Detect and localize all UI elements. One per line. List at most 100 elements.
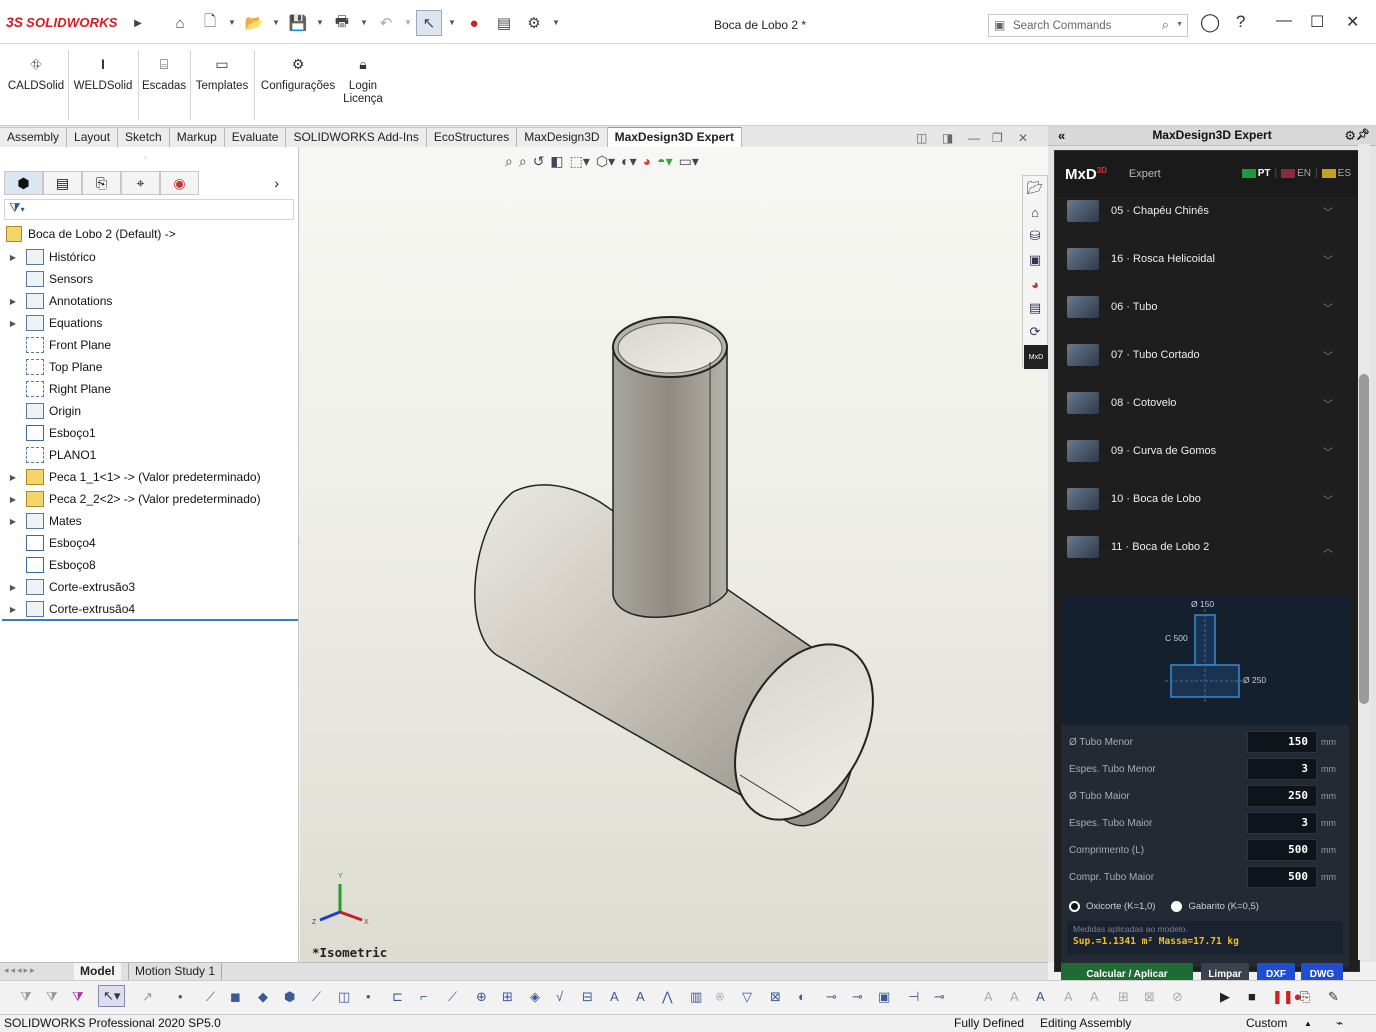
filter-center-marks-icon[interactable]: ⊕	[476, 989, 487, 1005]
tree-root-assembly[interactable]: Boca de Lobo 2 (Default) ->	[6, 226, 176, 242]
filter-section-icon[interactable]: ⊣	[908, 989, 919, 1005]
graphics-area[interactable]: ⌕ ⌕ ↺ ◧ ⬚▾ ⬡▾ ◐▾ ◕ ◓▾ ▭▾ Y X Z ◫ ◨ — ❐ ✕…	[300, 131, 1048, 962]
tree-item[interactable]: ▶ Peca 2_2<2> -> (Valor predeterminado)	[6, 488, 261, 510]
tab-layout[interactable]: Layout	[67, 127, 119, 147]
save-dropdown-icon[interactable]: ▼	[316, 18, 324, 27]
macro-new-icon[interactable]: ⎘	[1300, 989, 1310, 1005]
filter-blocks-icon[interactable]: ▽	[742, 989, 752, 1005]
appearances-icon[interactable]: ◕	[1023, 272, 1047, 296]
scrollbar-thumb[interactable]	[1359, 374, 1369, 704]
expand-arrow-icon[interactable]: ▶	[6, 517, 20, 526]
custom-properties-icon[interactable]: ▤	[1023, 296, 1047, 320]
solidworks-resources-icon[interactable]: ⌂	[1023, 200, 1047, 224]
filter-connection-point-icon[interactable]: ⊸	[826, 989, 837, 1005]
expand-arrow-icon[interactable]: ▶	[6, 297, 20, 306]
select-arrow-icon[interactable]: ↖▾	[98, 985, 126, 1007]
templates-button[interactable]: ▭ Templates	[194, 57, 250, 93]
rebuild-status-icon[interactable]: ⌁	[1336, 1016, 1343, 1030]
filter-surface-finish-icon[interactable]: √	[556, 989, 563, 1004]
escadas-button[interactable]: ⌸ Escadas	[142, 57, 186, 93]
filter-notes-icon[interactable]: A	[610, 989, 619, 1004]
help-icon[interactable]: ?	[1236, 12, 1245, 32]
filter-vertices-icon[interactable]: •	[178, 989, 183, 1004]
options-dropdown-icon[interactable]: ▼	[552, 18, 560, 27]
filter-planes-icon[interactable]: ◫	[338, 989, 350, 1005]
field-input[interactable]: 150	[1247, 731, 1317, 753]
filter-all-icon[interactable]: ⧩	[72, 989, 84, 1005]
filter-sketch-segments-icon[interactable]: ⌐	[420, 989, 428, 1004]
tabs-more-icon[interactable]: ›	[199, 171, 279, 195]
chevron-down-icon[interactable]: ﹀	[1323, 396, 1333, 411]
chevron-down-icon[interactable]: ﹀	[1323, 300, 1333, 315]
undo-dropdown-icon[interactable]: ▼	[404, 18, 412, 27]
units-dropdown-icon[interactable]: ▲	[1304, 1019, 1312, 1028]
panel-grip-icon[interactable]: ◦	[144, 153, 147, 162]
search-commands-input[interactable]: ▣ Search Commands ⌕ ▼	[988, 14, 1188, 37]
chevron-down-icon[interactable]: ﹀	[1323, 252, 1333, 267]
filter-solid-icon[interactable]: ⬢	[284, 989, 295, 1005]
filter-mid-point-icon[interactable]: ▣	[878, 989, 890, 1005]
field-input[interactable]: 500	[1247, 866, 1317, 888]
expand-arrow-icon[interactable]: ▶	[6, 253, 20, 262]
property-manager-tab-icon[interactable]: ▤	[43, 171, 82, 195]
viewport-tile-icon[interactable]: ◫	[916, 131, 927, 145]
filter-faces-icon[interactable]: ◼	[230, 989, 241, 1005]
dimxpert-tab-icon[interactable]: ⌖	[121, 171, 160, 195]
tree-item[interactable]: ▶ Histórico	[6, 246, 96, 268]
print-icon[interactable]: 🖶	[332, 13, 352, 33]
tab-sketch[interactable]: Sketch	[118, 127, 170, 147]
open-folder-icon[interactable]: 📂︎	[1023, 176, 1047, 200]
record-icon[interactable]: ❚❚●	[1272, 989, 1302, 1005]
module-item[interactable]: 09 · Curva de Gomos ﹀	[1055, 427, 1355, 475]
rebuild-icon[interactable]: ●	[464, 13, 484, 33]
panel-scrollbar[interactable]	[1358, 144, 1370, 960]
file-explorer-icon[interactable]: ▣	[1023, 248, 1047, 272]
radio-gabarito[interactable]	[1171, 901, 1183, 912]
module-item[interactable]: 06 · Tubo ﹀	[1055, 283, 1355, 331]
tab-markup[interactable]: Markup	[169, 127, 225, 147]
viewport-close-icon[interactable]: ✕	[1018, 131, 1028, 145]
save-icon[interactable]: 💾	[288, 13, 308, 33]
module-item[interactable]: 11 · Boca de Lobo 2 ︿	[1055, 523, 1355, 571]
chevron-down-icon[interactable]: ﹀	[1323, 492, 1333, 507]
lang-pt[interactable]: PT	[1241, 168, 1271, 179]
field-input[interactable]: 3	[1247, 812, 1317, 834]
play-icon[interactable]: ▶	[1220, 989, 1230, 1005]
tab-evaluate[interactable]: Evaluate	[224, 127, 287, 147]
tab-maxdesign3d[interactable]: MaxDesign3D	[517, 127, 608, 147]
feature-manager-tab-icon[interactable]: ⬢	[4, 171, 43, 195]
collapse-pane-icon[interactable]: «	[1058, 126, 1065, 145]
tree-item[interactable]: ▶ Annotations	[6, 290, 112, 312]
tree-item[interactable]: ▶ Peca 1_1<1> -> (Valor predeterminado)	[6, 466, 261, 488]
tree-filter-icon[interactable]: ⧩▾	[4, 199, 294, 220]
open-dropdown-icon[interactable]: ▼	[272, 18, 280, 27]
weldsolid-button[interactable]: I WELDSolid	[72, 57, 134, 93]
filter-surface-body-icon[interactable]: ⊸	[934, 989, 945, 1005]
select-hidden-icon[interactable]: ↗	[142, 989, 153, 1005]
filter-points-icon[interactable]: •	[366, 989, 371, 1004]
filter-sketch-icon[interactable]: ⊏	[392, 989, 403, 1005]
chevron-down-icon[interactable]: ﹀	[1323, 204, 1333, 219]
filter-cosmetic-thread-icon[interactable]: ⌾	[716, 989, 724, 1005]
search-icon[interactable]: ⌕	[1162, 17, 1169, 33]
close-icon[interactable]: ✕	[1346, 12, 1359, 32]
macro-edit-icon[interactable]: ✎	[1328, 989, 1339, 1005]
module-item[interactable]: 08 · Cotovelo ﹀	[1055, 379, 1355, 427]
expand-arrow-icon[interactable]: ▶	[6, 319, 20, 328]
solidworks-forum-icon[interactable]: ⟳	[1023, 320, 1047, 344]
filter-toggle-icon[interactable]: ⧩	[20, 989, 32, 1005]
expand-arrow-icon[interactable]: ▶	[6, 495, 20, 504]
new-dropdown-icon[interactable]: ▼	[228, 18, 236, 27]
tree-item[interactable]: ▶ Equations	[6, 312, 102, 334]
open-icon[interactable]: 📂	[244, 13, 264, 33]
tree-item[interactable]: PLANO1	[6, 444, 96, 466]
tree-item[interactable]: Top Plane	[6, 356, 102, 378]
filter-axes-icon[interactable]: ⟋	[312, 989, 321, 1005]
menu-expand-icon[interactable]: ▶	[128, 13, 148, 33]
status-units[interactable]: Custom	[1246, 1016, 1287, 1030]
tree-item[interactable]: Esboço1	[6, 422, 96, 444]
module-item[interactable]: 05 · Chapéu Chinês ﹀	[1055, 187, 1355, 235]
user-account-icon[interactable]: ◯	[1200, 12, 1220, 33]
filter-edges-icon[interactable]: ⟋	[206, 989, 215, 1005]
tab-solidworks-addins[interactable]: SOLIDWORKS Add-Ins	[286, 127, 427, 147]
